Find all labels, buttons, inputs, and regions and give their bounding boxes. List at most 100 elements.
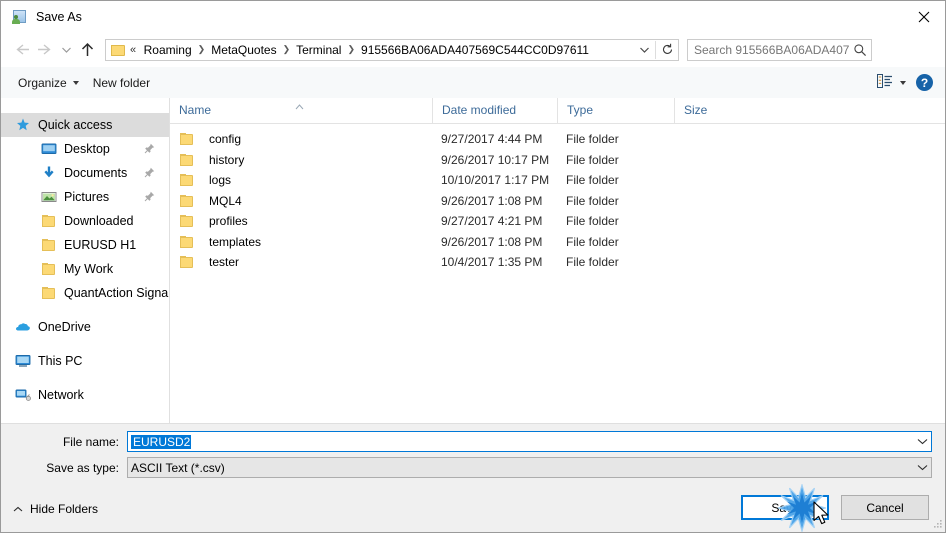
table-row[interactable]: profiles 9/27/2017 4:21 PM File folder bbox=[170, 211, 945, 232]
sidebar-item-eurusd-h1[interactable]: EURUSD H1 bbox=[1, 233, 169, 257]
save-as-type-label: Save as type: bbox=[46, 460, 119, 475]
folder-icon bbox=[179, 213, 195, 229]
breadcrumb-item-terminal-id[interactable]: 915566BA06ADA407569C544CC0D97611 bbox=[358, 42, 592, 58]
column-headers: Name Date modified Type Size bbox=[170, 98, 945, 124]
sidebar-item-documents[interactable]: Documents bbox=[1, 161, 169, 185]
save-button[interactable]: Save bbox=[741, 495, 829, 520]
this-pc-icon bbox=[15, 353, 31, 369]
folder-icon bbox=[179, 193, 195, 209]
new-folder-button[interactable]: New folder bbox=[86, 72, 157, 94]
file-name-value: EURUSD2 bbox=[131, 434, 192, 449]
file-date-modified: 9/26/2017 1:08 PM bbox=[441, 193, 543, 208]
file-date-modified: 10/10/2017 1:17 PM bbox=[441, 173, 550, 188]
file-name-input[interactable]: EURUSD2 bbox=[127, 431, 932, 452]
file-date-modified: 9/26/2017 10:17 PM bbox=[441, 152, 550, 167]
up-one-level-button[interactable] bbox=[75, 38, 99, 62]
sidebar-item-label: This PC bbox=[38, 354, 83, 368]
new-folder-label: New folder bbox=[92, 75, 151, 90]
star-pin-icon bbox=[15, 117, 31, 133]
address-dropdown-icon[interactable] bbox=[633, 40, 655, 60]
file-type: File folder bbox=[566, 132, 619, 147]
sidebar-item-this-pc[interactable]: This PC bbox=[1, 349, 169, 373]
sidebar-item-label: EURUSD H1 bbox=[64, 238, 137, 252]
sidebar-item-network[interactable]: Network bbox=[1, 383, 169, 407]
file-type: File folder bbox=[566, 193, 619, 208]
documents-download-icon bbox=[41, 165, 57, 181]
file-type: File folder bbox=[566, 214, 619, 229]
search-input[interactable]: Search 915566BA06ADA40756... bbox=[688, 43, 849, 57]
table-row[interactable]: history 9/26/2017 10:17 PM File folder bbox=[170, 150, 945, 171]
folder-icon bbox=[41, 237, 57, 253]
chevron-down-icon[interactable] bbox=[913, 432, 931, 451]
table-row[interactable]: tester 10/4/2017 1:35 PM File folder bbox=[170, 252, 945, 273]
organize-button[interactable]: Organize bbox=[11, 72, 86, 94]
sidebar-item-label: Downloaded bbox=[64, 214, 134, 228]
breadcrumb-overflow[interactable]: « bbox=[130, 44, 136, 56]
folder-icon bbox=[41, 213, 57, 229]
breadcrumb-item-roaming[interactable]: Roaming bbox=[141, 42, 195, 58]
navigation-bar: « Roaming ❯ MetaQuotes ❯ Terminal ❯ 9155… bbox=[1, 32, 945, 67]
column-header-type[interactable]: Type bbox=[557, 98, 674, 123]
pin-icon[interactable] bbox=[144, 143, 155, 154]
search-box[interactable]: Search 915566BA06ADA40756... bbox=[687, 38, 872, 61]
sidebar-item-quantaction-signal[interactable]: QuantAction Signal bbox=[1, 281, 169, 305]
change-view-button[interactable] bbox=[873, 71, 910, 95]
save-as-type-select[interactable]: ASCII Text (*.csv) bbox=[127, 457, 932, 478]
organize-label: Organize bbox=[18, 75, 67, 90]
file-list: Name Date modified Type Size config 9/27… bbox=[170, 98, 945, 423]
breadcrumb-item-metaquotes[interactable]: MetaQuotes bbox=[208, 42, 279, 58]
hide-folders-button[interactable]: Hide Folders bbox=[13, 502, 98, 516]
table-row[interactable]: config 9/27/2017 4:44 PM File folder bbox=[170, 129, 945, 150]
column-header-size[interactable]: Size bbox=[674, 98, 754, 123]
sidebar-item-label: Quick access bbox=[38, 118, 113, 132]
sidebar-item-onedrive[interactable]: OneDrive bbox=[1, 315, 169, 339]
file-name: config bbox=[209, 132, 242, 147]
file-type: File folder bbox=[566, 255, 619, 270]
view-layout-icon bbox=[877, 73, 893, 92]
close-icon[interactable] bbox=[901, 1, 945, 32]
file-name-label: File name: bbox=[62, 434, 119, 449]
sidebar-item-my-work[interactable]: My Work bbox=[1, 257, 169, 281]
sidebar-item-pictures[interactable]: Pictures bbox=[1, 185, 169, 209]
navigation-sidebar: Quick access Desktop Documents Pictures … bbox=[1, 98, 170, 423]
chevron-right-icon: ❯ bbox=[282, 44, 291, 54]
file-type: File folder bbox=[566, 173, 619, 188]
chevron-right-icon: ❯ bbox=[347, 44, 356, 54]
column-header-date-modified[interactable]: Date modified bbox=[432, 98, 557, 123]
table-row[interactable]: logs 10/10/2017 1:17 PM File folder bbox=[170, 170, 945, 191]
sidebar-item-label: QuantAction Signal bbox=[64, 286, 169, 300]
breadcrumb-item-terminal[interactable]: Terminal bbox=[293, 42, 344, 58]
address-bar[interactable]: « Roaming ❯ MetaQuotes ❯ Terminal ❯ 9155… bbox=[105, 38, 679, 61]
folder-icon bbox=[41, 285, 57, 301]
table-row[interactable]: MQL4 9/26/2017 1:08 PM File folder bbox=[170, 191, 945, 212]
sort-ascending-icon bbox=[295, 99, 304, 110]
title-bar: Save As bbox=[1, 1, 945, 32]
resize-grip-icon[interactable] bbox=[932, 518, 943, 529]
help-button[interactable]: ? bbox=[916, 74, 933, 91]
pin-icon[interactable] bbox=[144, 167, 155, 178]
file-name: MQL4 bbox=[209, 193, 242, 208]
table-row[interactable]: templates 9/26/2017 1:08 PM File folder bbox=[170, 232, 945, 253]
chevron-down-icon[interactable] bbox=[913, 458, 931, 477]
folder-icon bbox=[179, 131, 195, 147]
file-name: tester bbox=[209, 255, 240, 270]
forward-button[interactable] bbox=[33, 38, 57, 62]
back-button[interactable] bbox=[9, 38, 33, 62]
sidebar-item-quick-access[interactable]: Quick access bbox=[1, 113, 169, 137]
file-name: templates bbox=[209, 234, 262, 249]
sidebar-item-label: Pictures bbox=[64, 190, 110, 204]
file-date-modified: 9/27/2017 4:44 PM bbox=[441, 132, 543, 147]
file-date-modified: 9/27/2017 4:21 PM bbox=[441, 214, 543, 229]
folder-icon bbox=[179, 254, 195, 270]
form-area: File name: EURUSD2 Save as type: ASCII T… bbox=[1, 423, 945, 487]
pin-icon[interactable] bbox=[144, 191, 155, 202]
sidebar-item-desktop[interactable]: Desktop bbox=[1, 137, 169, 161]
hide-folders-label: Hide Folders bbox=[30, 502, 99, 516]
refresh-icon[interactable] bbox=[656, 40, 678, 60]
folder-icon bbox=[111, 44, 126, 56]
desktop-icon bbox=[41, 141, 57, 157]
cancel-button[interactable]: Cancel bbox=[841, 495, 929, 520]
recent-locations-button[interactable] bbox=[57, 38, 75, 62]
sidebar-item-label: Network bbox=[38, 388, 84, 402]
sidebar-item-downloaded[interactable]: Downloaded bbox=[1, 209, 169, 233]
